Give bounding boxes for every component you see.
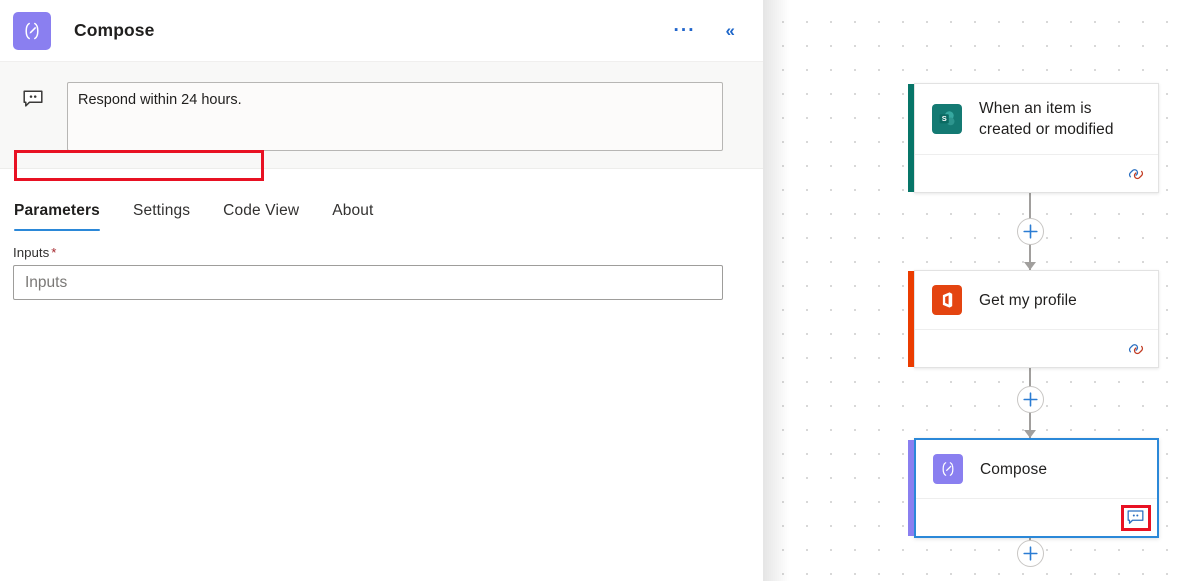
- node-title: Compose: [980, 460, 1048, 478]
- node-title: When an item is created or modified: [979, 100, 1114, 138]
- connection-link-icon[interactable]: [1126, 164, 1146, 184]
- inputs-label-text: Inputs: [13, 245, 50, 260]
- flow-node-get-my-profile[interactable]: Get my profile: [908, 270, 1159, 368]
- svg-text:S: S: [942, 114, 947, 123]
- flow-canvas[interactable]: S When an item is created or modified Ge…: [763, 0, 1178, 581]
- flow-node-trigger[interactable]: S When an item is created or modified: [908, 83, 1159, 193]
- node-header: Compose: [916, 440, 1157, 498]
- page-title: Compose: [74, 20, 155, 40]
- office365-icon: [932, 285, 962, 315]
- add-step-button-1[interactable]: [1017, 218, 1044, 245]
- node-title: Get my profile: [979, 291, 1077, 309]
- tab-parameters[interactable]: Parameters: [14, 202, 100, 231]
- tab-about[interactable]: About: [332, 202, 373, 231]
- more-options-button[interactable]: ···: [668, 17, 702, 44]
- compose-icon: [13, 11, 51, 50]
- comment-input[interactable]: [67, 82, 723, 151]
- node-accent-bar: [908, 440, 914, 536]
- node-footer: [915, 154, 1158, 192]
- inputs-input[interactable]: [13, 265, 723, 300]
- add-step-button-2[interactable]: [1017, 386, 1044, 413]
- node-accent-bar: [908, 271, 914, 367]
- canvas-edge-shadow: [763, 0, 789, 581]
- connection-link-icon[interactable]: [1126, 339, 1146, 359]
- inputs-field-label: Inputs *: [13, 245, 763, 260]
- comment-icon[interactable]: [1125, 508, 1145, 528]
- node-footer: [916, 498, 1157, 536]
- flow-node-compose[interactable]: Compose: [908, 438, 1159, 538]
- comment-icon: [22, 88, 44, 110]
- panel-header: Compose ··· «: [0, 0, 763, 61]
- connector-arrow-1: [1024, 262, 1036, 270]
- flow-designer: Compose ··· « Parameters Settings Code V…: [0, 0, 1178, 581]
- node-footer: [915, 329, 1158, 367]
- connector-arrow-2: [1024, 430, 1036, 438]
- tab-code-view[interactable]: Code View: [223, 202, 299, 231]
- node-header: S When an item is created or modified: [915, 84, 1158, 154]
- action-details-panel: Compose ··· « Parameters Settings Code V…: [0, 0, 763, 581]
- parameters-form: Inputs *: [0, 231, 763, 300]
- sharepoint-icon: S: [932, 104, 962, 134]
- add-step-button-3[interactable]: [1017, 540, 1044, 567]
- compose-icon: [933, 454, 963, 484]
- tab-settings[interactable]: Settings: [133, 202, 190, 231]
- collapse-panel-button[interactable]: «: [720, 18, 741, 43]
- panel-tabs: Parameters Settings Code View About: [0, 175, 763, 231]
- node-header: Get my profile: [915, 271, 1158, 329]
- node-accent-bar: [908, 84, 914, 192]
- required-marker: *: [51, 245, 57, 260]
- comment-strip: [0, 61, 763, 181]
